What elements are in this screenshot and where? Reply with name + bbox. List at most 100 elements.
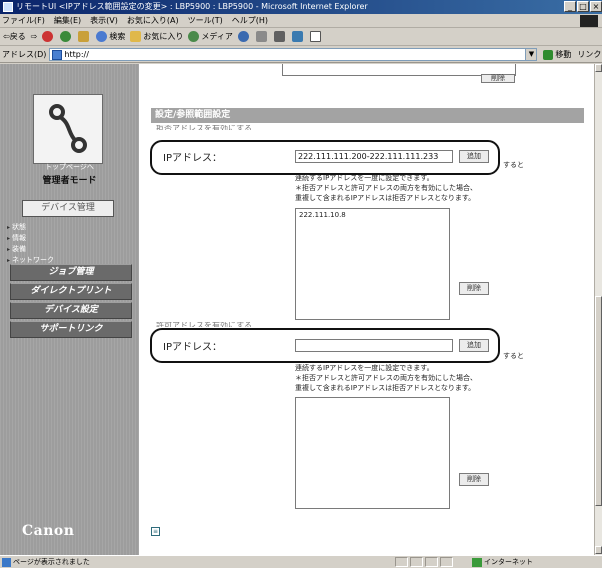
media-icon [188,31,200,42]
status-text: ページが表示されました [13,558,90,566]
permit-note-line: ＊拒否アドレスと許可アドレスの両方を有効にした場合、 [295,374,477,382]
menu-view[interactable]: 表示(V) [90,15,118,26]
address-bar: アドレス(D) http:// ▼ 移動 リンク [0,47,602,63]
edit-icon [291,31,303,42]
links-label[interactable]: リンク [577,49,601,60]
mail-button[interactable] [255,31,269,42]
submenu-status[interactable]: 状態 [7,222,54,233]
status-panel [395,557,408,567]
address-value: http:// [64,50,89,59]
remote-ui-logo-icon [49,104,87,153]
scroll-down-icon[interactable] [595,546,602,554]
search-icon [96,31,108,42]
top-page-logo[interactable] [33,94,103,164]
permit-ip-label: IPアドレス： [163,342,222,353]
permit-note-line: 重複して含まれるIPアドレスは拒否アドレスとなります。 [295,384,476,392]
permit-address-list[interactable] [295,397,450,509]
job-management-button[interactable]: ジョブ管理 [10,264,132,281]
menu-edit[interactable]: 編集(E) [54,15,81,26]
vertical-scrollbar[interactable] [594,64,602,555]
device-submenu: 状態 情報 装備 ネットワーク [7,222,54,266]
back-button[interactable]: ⇦ 戻る [3,31,26,42]
close-button[interactable]: × [590,1,602,12]
menu-help[interactable]: ヘルプ(H) [232,15,268,26]
window-title: リモートUI <IPアドレス範囲設定の変更> : LBP5900 : LBP59… [16,2,368,11]
menu-bar: ファイル(F) 編集(E) 表示(V) お気に入り(A) ツール(T) ヘルプ(… [0,14,602,28]
print-button[interactable] [273,31,287,42]
submenu-info[interactable]: 情報 [7,233,54,244]
page-icon [52,50,63,60]
submenu-features[interactable]: 装備 [7,244,54,255]
mail-icon [255,31,267,42]
ie-icon [3,2,13,12]
favorites-button[interactable]: お気に入り [130,31,183,42]
search-button[interactable]: 検索 [96,31,125,42]
top-delete-button[interactable]: 削除 [481,74,515,83]
media-button[interactable]: メディア [188,31,233,42]
forward-button[interactable]: ⇨ [31,32,38,41]
direct-print-button[interactable]: ダイレクトプリント [10,283,132,300]
discuss-button[interactable] [309,31,323,42]
main-panel: 削除 設定/参照範囲設定 拒否アドレスを有効にする IPアドレス： 222.11… [139,64,594,555]
search-label: 検索 [109,32,126,41]
home-button[interactable] [78,31,91,42]
refresh-button[interactable] [60,31,73,42]
reject-note: 連続するIPアドレスを一度に設定できます。 ＊拒否アドレスと許可アドレスの両方を… [295,173,477,203]
windows-logo-icon [580,15,598,27]
reject-enable-checkbox[interactable]: 拒否アドレスを有効にする [156,125,252,130]
menu-file[interactable]: ファイル(F) [2,15,45,26]
address-input[interactable]: http:// ▼ [49,48,538,61]
scroll-thumb[interactable] [595,296,602,506]
back-label: 戻る [9,32,26,41]
menu-favorites[interactable]: お気に入り(A) [127,15,179,26]
sidebar: トップページへ 管理者モード デバイス管理 状態 情報 装備 ネットワーク ジョ… [0,64,139,555]
list-item[interactable]: 222.111.10.8 [299,211,446,219]
reject-add-button[interactable]: 追加 [459,150,489,163]
reject-address-list[interactable]: 222.111.10.8 [295,208,450,320]
edit-button[interactable] [291,31,305,42]
reject-ip-input[interactable]: 222.111.111.200-222.111.111.233 [295,150,453,163]
zone-label: インターネット [484,558,533,566]
back-to-top-icon[interactable]: ≡ [151,527,160,536]
history-button[interactable] [237,31,251,42]
maximize-button[interactable]: □ [577,1,589,12]
menu-tools[interactable]: ツール(T) [188,15,223,26]
support-link-button[interactable]: サポートリンク [10,321,132,338]
reject-ip-label: IPアドレス： [163,153,222,164]
reject-delete-button[interactable]: 削除 [459,282,489,295]
go-button[interactable]: 移動 [543,49,571,60]
media-label: メディア [201,32,233,41]
device-settings-button[interactable]: デバイス設定 [10,302,132,319]
page-content: トップページへ 管理者モード デバイス管理 状態 情報 装備 ネットワーク ジョ… [0,64,594,555]
top-page-link[interactable]: トップページへ [0,162,139,172]
permit-delete-button[interactable]: 削除 [459,473,489,486]
address-label: アドレス(D) [2,50,47,59]
favorites-icon [130,31,142,42]
permit-note-trail: すると [503,352,524,360]
stop-icon [42,31,54,42]
status-panel [440,557,453,567]
favorites-label: お気に入り [143,32,184,41]
stop-button[interactable] [42,31,55,42]
toolbar: ⇦ 戻る ⇨ 検索 お気に入り メディア [0,28,602,46]
minimize-button[interactable]: _ [564,1,576,12]
device-management-button[interactable]: デバイス管理 [22,200,114,217]
permit-enable-checkbox[interactable]: 許可アドレスを有効にする [156,322,252,327]
window-title-bar: リモートUI <IPアドレス範囲設定の変更> : LBP5900 : LBP59… [0,0,602,14]
page-done-icon [2,557,11,567]
permit-add-button[interactable]: 追加 [459,339,489,352]
history-icon [237,31,249,42]
reject-note-line: 連続するIPアドレスを一度に設定できます。 [295,174,434,182]
canon-logo: Canon [22,523,75,539]
status-panel [425,557,438,567]
go-arrow-icon [543,49,554,60]
permit-ip-input[interactable] [295,339,453,352]
status-panels [395,557,455,567]
reject-note-trail: すると [503,161,524,169]
scroll-up-icon[interactable] [595,64,602,72]
section-title: 設定/参照範囲設定 [151,108,584,123]
reject-note-line: ＊拒否アドレスと許可アドレスの両方を有効にした場合、 [295,184,477,192]
refresh-icon [60,31,72,42]
chevron-down-icon[interactable]: ▼ [525,49,537,60]
status-bar: ページが表示されました インターネット [0,555,602,568]
